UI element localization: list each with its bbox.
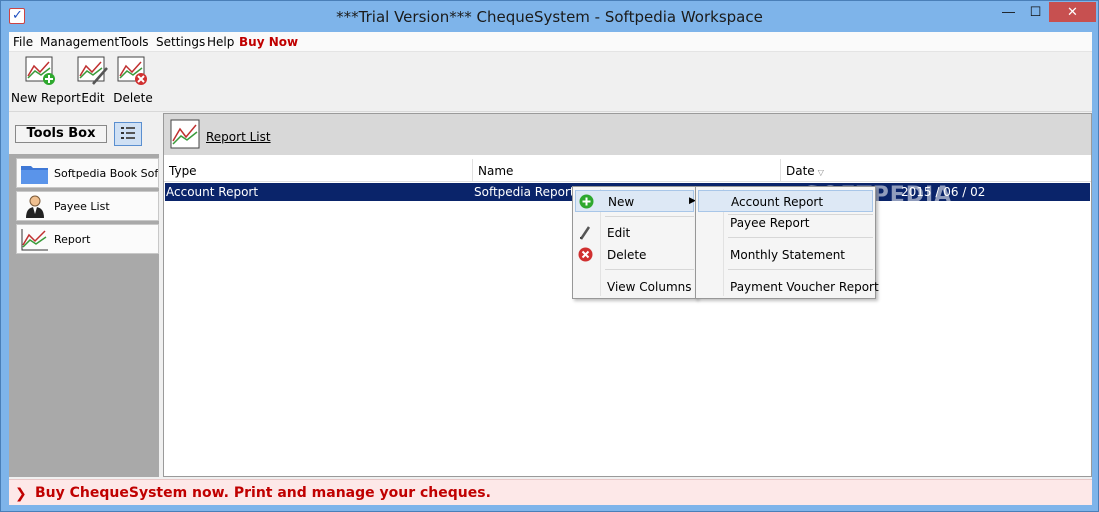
submenu-item-label: Account Report: [731, 195, 824, 209]
edit-label: Edit: [81, 91, 105, 105]
menu-separator: [728, 237, 873, 238]
submenu-monthly-statement[interactable]: Monthly Statement: [698, 244, 873, 266]
tools-box-header: Tools Box: [9, 113, 159, 154]
menu-separator: [728, 269, 873, 270]
status-bar: ❯ Buy ChequeSystem now. Print and manage…: [9, 479, 1092, 505]
context-new[interactable]: New ▶: [575, 190, 696, 212]
table-header: Type Name Date ▽: [164, 159, 1091, 182]
column-divider[interactable]: [472, 159, 473, 182]
toolbar: New Report Edit Delete: [9, 52, 1092, 112]
client-area: File Management Tools Settings Help Buy …: [9, 32, 1092, 505]
minimize-button[interactable]: —: [995, 2, 1022, 22]
folder-icon: [21, 166, 48, 184]
chevron-right-icon: ❯: [15, 485, 27, 501]
close-button[interactable]: ✕: [1049, 2, 1096, 22]
submenu-item-label: Payment Voucher Report: [730, 280, 879, 294]
menu-tools[interactable]: Tools: [119, 35, 149, 49]
app-window: ***Trial Version*** ChequeSystem - Softp…: [0, 0, 1099, 512]
new-submenu: Account Report Payee Report Monthly Stat…: [695, 186, 879, 299]
report-list-icon: [170, 119, 200, 149]
context-delete[interactable]: Delete: [575, 244, 694, 266]
report-list-header: Report List: [164, 114, 1091, 155]
submenu-item-label: Payee Report: [730, 216, 810, 230]
context-delete-label: Delete: [607, 248, 647, 262]
column-date-label: Date: [786, 164, 815, 178]
status-message[interactable]: Buy ChequeSystem now. Print and manage y…: [35, 485, 491, 501]
context-edit-label: Edit: [607, 226, 631, 240]
menu-file[interactable]: File: [13, 35, 33, 49]
submenu-payment-voucher-report[interactable]: Payment Voucher Report: [698, 276, 879, 298]
new-report-label: New Report: [11, 91, 81, 105]
sort-down-icon: ▽: [817, 168, 824, 177]
new-report-button[interactable]: New Report: [11, 54, 81, 110]
tools-item-book[interactable]: Softpedia Book Softpedia: [16, 158, 159, 188]
context-view-columns[interactable]: View Columns: [575, 276, 694, 298]
tools-box: Tools Box Softpedia Book Softpedia: [9, 113, 159, 477]
column-type[interactable]: Type: [169, 164, 197, 178]
cell-type: Account Report: [166, 185, 259, 199]
cell-name: Softpedia Report: [474, 185, 575, 199]
pencil-icon: [579, 226, 591, 240]
tools-item-label: Report: [54, 233, 91, 246]
tools-item-payee-list[interactable]: Payee List: [16, 191, 159, 221]
delete-button[interactable]: Delete: [113, 54, 153, 110]
delete-icon: [578, 247, 593, 262]
list-icon: [121, 127, 135, 139]
chart-icon: [21, 229, 48, 251]
menu-help[interactable]: Help: [207, 35, 234, 49]
delete-icon: [117, 56, 147, 85]
menu-separator: [605, 216, 694, 217]
add-icon: [579, 194, 594, 209]
maximize-button[interactable]: ☐: [1022, 2, 1049, 22]
tools-box-title[interactable]: Tools Box: [15, 125, 107, 143]
edit-button[interactable]: Edit: [75, 54, 111, 110]
delete-label: Delete: [113, 91, 153, 105]
submenu-item-label: Monthly Statement: [730, 248, 846, 262]
context-new-label: New: [608, 195, 635, 209]
menu-separator: [605, 269, 694, 270]
report-list-link[interactable]: Report List: [206, 130, 271, 144]
window-title: ***Trial Version*** ChequeSystem - Softp…: [336, 8, 763, 26]
submenu-account-report[interactable]: Account Report: [698, 190, 873, 212]
menu-buy-now[interactable]: Buy Now: [239, 35, 298, 49]
title-bar[interactable]: ***Trial Version*** ChequeSystem - Softp…: [1, 1, 1098, 32]
tools-item-label: Softpedia Book Softpedia: [54, 167, 158, 180]
tools-item-label: Payee List: [54, 200, 110, 213]
column-divider[interactable]: [780, 159, 781, 182]
edit-icon: [77, 56, 108, 85]
context-edit[interactable]: Edit: [575, 222, 694, 244]
submenu-payee-report[interactable]: Payee Report: [698, 212, 873, 234]
context-view-columns-label: View Columns: [607, 280, 692, 294]
menu-settings[interactable]: Settings: [156, 35, 205, 49]
column-name[interactable]: Name: [478, 164, 513, 178]
context-menu: New ▶ Edit Delete View Columns: [572, 186, 697, 299]
list-view-button[interactable]: [114, 122, 142, 146]
person-icon: [26, 195, 44, 218]
column-date[interactable]: Date ▽: [786, 164, 824, 178]
tools-item-report[interactable]: Report: [16, 224, 159, 254]
menu-bar: File Management Tools Settings Help Buy …: [9, 32, 1092, 52]
menu-management[interactable]: Management: [40, 35, 119, 49]
new-report-icon: [25, 56, 55, 85]
